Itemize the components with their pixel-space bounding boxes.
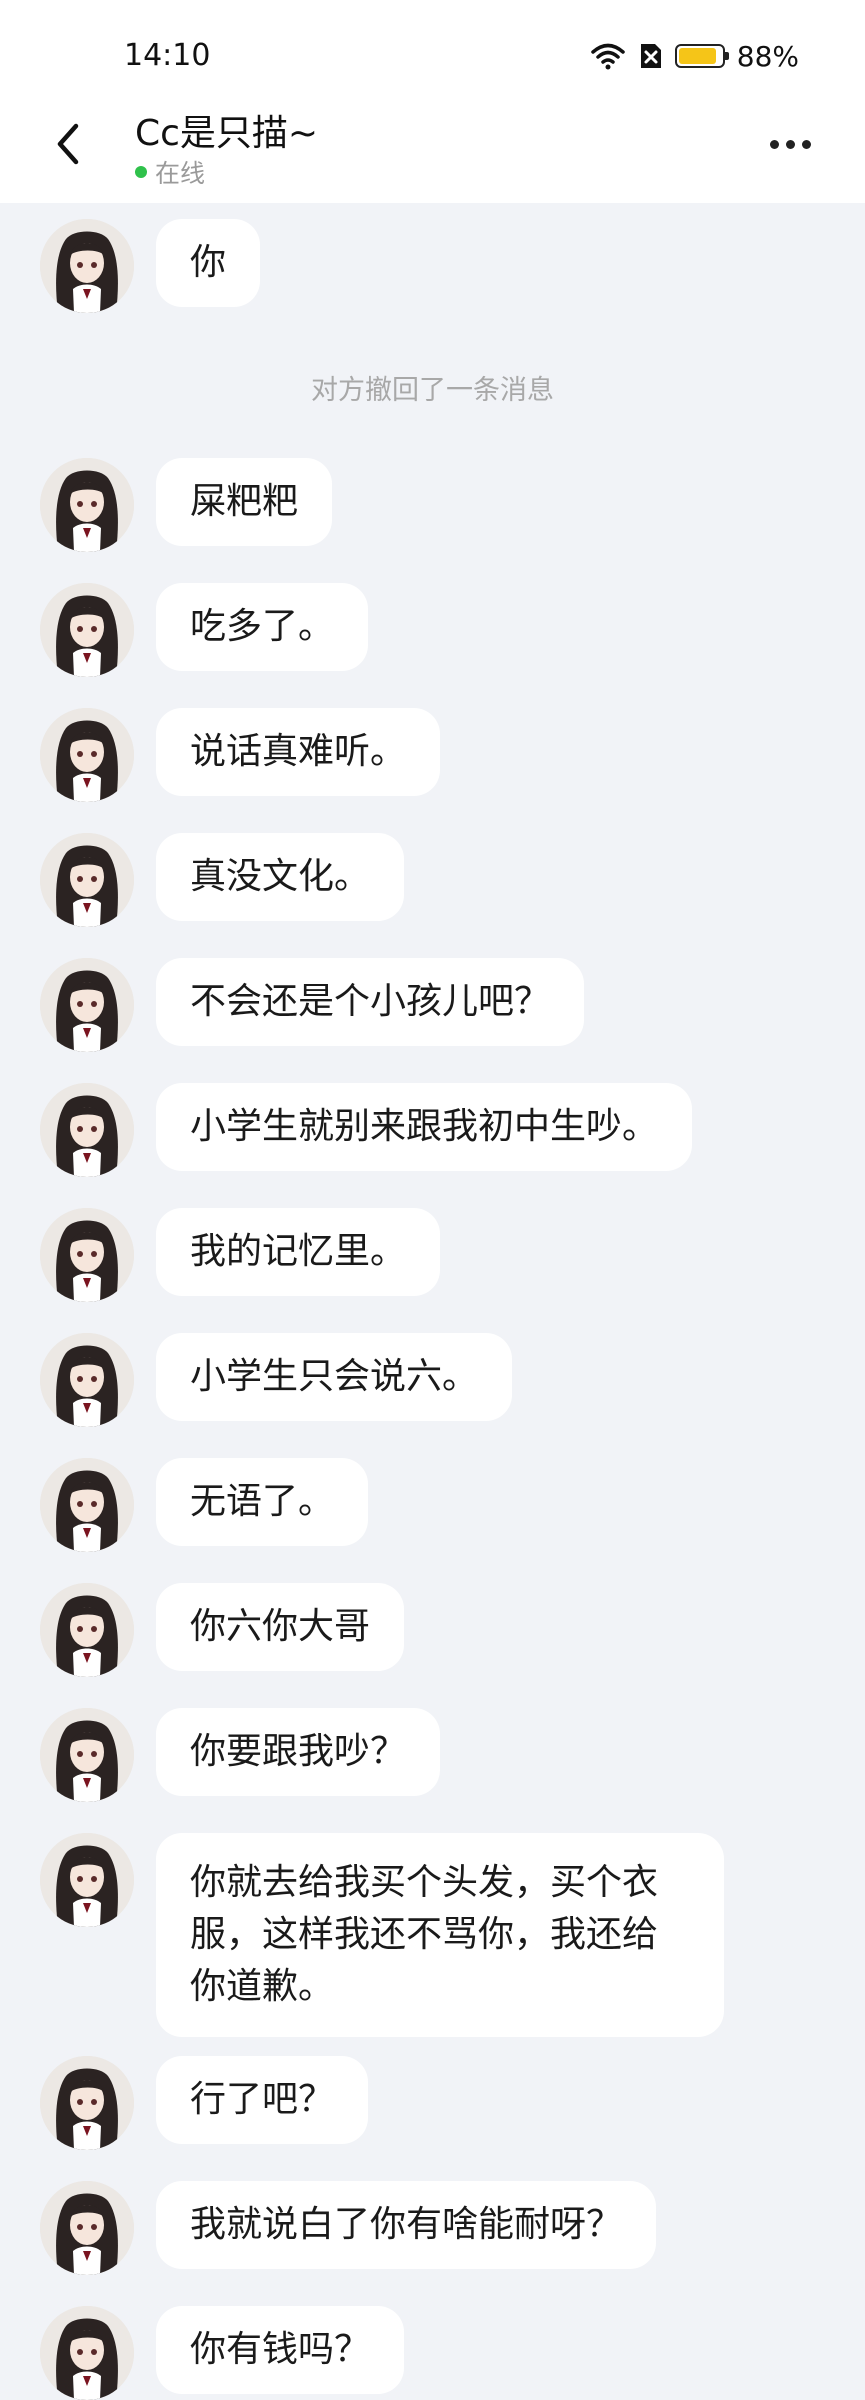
message-bubble[interactable]: 不会还是个小孩儿吧？: [156, 958, 585, 1046]
back-button[interactable]: [40, 112, 96, 176]
presence-label: 在线: [155, 159, 206, 188]
top-bar: 14:10 88% Cc是只描~ 在线: [0, 0, 865, 203]
message-bubble[interactable]: 小学生只会说六。: [156, 1333, 513, 1421]
avatar[interactable]: [40, 1333, 134, 1427]
avatar[interactable]: [40, 1083, 134, 1177]
avatar[interactable]: [40, 2181, 134, 2275]
message-bubble[interactable]: 我就说白了你有啥能耐呀？: [156, 2181, 657, 2269]
message-bubble[interactable]: 你: [156, 219, 261, 307]
avatar[interactable]: [40, 833, 134, 927]
status-icons: 88%: [591, 36, 799, 76]
message-bubble[interactable]: 说话真难听。: [156, 708, 441, 796]
message-bubble[interactable]: 你就去给我买个头发，买个衣服，这样我还不骂你，我还给你道歉。: [156, 1833, 724, 2037]
wifi-icon: [591, 43, 625, 70]
no-sim-icon: [640, 44, 661, 68]
more-options-button[interactable]: [755, 124, 825, 164]
presence-status: 在线: [135, 154, 205, 190]
avatar[interactable]: [40, 1208, 134, 1302]
status-time: 14:10: [124, 38, 211, 73]
avatar[interactable]: [40, 708, 134, 802]
message-bubble[interactable]: 行了吧？: [156, 2056, 369, 2144]
avatar[interactable]: [40, 1708, 134, 1802]
message-bubble[interactable]: 屎粑粑: [156, 458, 333, 546]
battery-icon: [674, 44, 729, 68]
message-bubble[interactable]: 无语了。: [156, 1458, 369, 1546]
chevron-left-icon: [57, 123, 79, 165]
battery-percent: 88%: [736, 39, 799, 73]
avatar[interactable]: [40, 2306, 134, 2400]
message-bubble[interactable]: 你要跟我吵？: [156, 1708, 441, 1796]
avatar[interactable]: [40, 2056, 134, 2150]
dot-icon: [769, 139, 779, 149]
avatar[interactable]: [40, 583, 134, 677]
chat-title: Cc是只描~: [135, 113, 319, 154]
avatar[interactable]: [40, 1583, 134, 1677]
message-bubble[interactable]: 你六你大哥: [156, 1583, 405, 1671]
online-dot-icon: [135, 166, 147, 178]
message-bubble[interactable]: 我的记忆里。: [156, 1208, 441, 1296]
avatar[interactable]: [40, 219, 134, 313]
avatar[interactable]: [40, 958, 134, 1052]
dot-icon: [785, 139, 795, 149]
avatar[interactable]: [40, 1833, 134, 1927]
avatar[interactable]: [40, 1458, 134, 1552]
message-bubble[interactable]: 小学生就别来跟我初中生吵。: [156, 1083, 693, 1171]
message-bubble[interactable]: 吃多了。: [156, 583, 369, 671]
recalled-message-notice: 对方撤回了一条消息: [311, 375, 554, 406]
avatar[interactable]: [40, 458, 134, 552]
message-bubble[interactable]: 你有钱吗？: [156, 2306, 405, 2394]
message-bubble[interactable]: 真没文化。: [156, 833, 405, 921]
dot-icon: [801, 139, 811, 149]
